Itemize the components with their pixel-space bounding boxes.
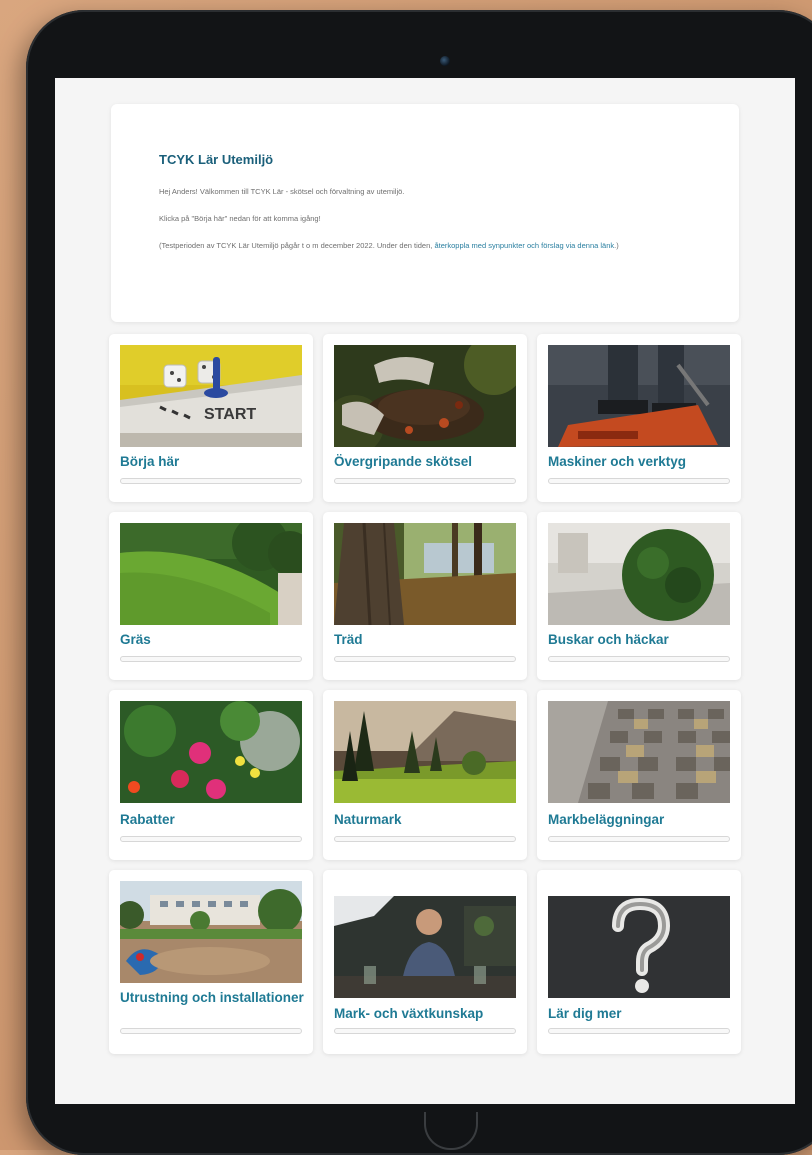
playground-image [120,881,302,983]
course-title: Lär dig mer [548,1006,622,1021]
course-progress-bar [120,656,302,662]
course-title: Mark- och växtkunskap [334,1006,484,1021]
course-card-buskar-och-hackar[interactable]: Buskar och häckar [537,512,741,680]
course-progress-bar [334,478,516,484]
course-card-rabatter[interactable]: Rabatter [109,690,313,860]
svg-text:START: START [204,406,256,423]
camera-icon [440,56,450,66]
course-title: Markbeläggningar [548,812,665,827]
course-card-naturmark[interactable]: Naturmark [323,690,527,860]
course-card-trad[interactable]: Träd [323,512,527,680]
course-title: Rabatter [120,812,175,827]
grass-slope-image [120,523,302,625]
paving-stones-image [548,701,730,803]
course-title: Utrustning och installationer [120,990,304,1005]
course-progress-bar [548,656,730,662]
course-card-overgripande-skotsel[interactable]: Övergripande skötsel [323,334,527,502]
course-card-gras[interactable]: Gräs [109,512,313,680]
course-progress-bar [120,1028,302,1034]
round-bush-image [548,523,730,625]
screen: TCYK Lär Utemiljö Hej Anders! Välkommen … [55,78,795,1104]
presenter-video-image [334,896,516,998]
home-button[interactable] [424,1112,478,1150]
course-progress-bar [548,1028,730,1034]
hands-soil-image [334,345,516,447]
course-title: Börja här [120,454,180,469]
board-game-start-image: START [120,345,302,447]
test-period-note-suffix: .) [614,241,619,250]
test-period-note: (Testperioden av TCYK Lär Utemiljö pågår… [159,238,699,253]
course-title: Gräs [120,632,151,647]
lawn-mower-image [548,345,730,447]
course-grid: START Börja här Övergripande skötsel Mas… [109,334,741,1054]
forest-meadow-image [334,701,516,803]
course-progress-bar [120,478,302,484]
flower-bed-image [120,701,302,803]
course-card-lar-dig-mer[interactable]: Lär dig mer [537,870,741,1054]
course-progress-bar [334,836,516,842]
course-card-markbelaggningar[interactable]: Markbeläggningar [537,690,741,860]
tree-trunk-image [334,523,516,625]
instruction-text: Klicka på "Börja här" nedan för att komm… [159,214,321,223]
course-title: Naturmark [334,812,402,827]
course-progress-bar [334,656,516,662]
course-card-maskiner-och-verktyg[interactable]: Maskiner och verktyg [537,334,741,502]
course-title: Maskiner och verktyg [548,454,687,469]
course-title: Träd [334,632,363,647]
page-title: TCYK Lär Utemiljö [159,152,274,167]
course-card-borja-har[interactable]: START Börja här [109,334,313,502]
course-card-utrustning-och-installationer[interactable]: Utrustning och installationer [109,870,313,1054]
course-card-mark-och-vaxtkunskap[interactable]: Mark- och växtkunskap [323,870,527,1054]
course-progress-bar [548,836,730,842]
question-mark-chalkboard-image [548,896,730,998]
feedback-link[interactable]: återkoppla med synpunkter och förslag vi… [434,241,614,250]
course-title: Övergripande skötsel [334,454,473,469]
course-progress-bar [334,1028,516,1034]
course-progress-bar [120,836,302,842]
course-title: Buskar och häckar [548,632,669,647]
course-progress-bar [548,478,730,484]
test-period-note-prefix: (Testperioden av TCYK Lär Utemiljö pågår… [159,241,435,250]
welcome-text: Hej Anders! Välkommen till TCYK Lär - sk… [159,187,405,196]
intro-card: TCYK Lär Utemiljö Hej Anders! Välkommen … [111,104,739,322]
